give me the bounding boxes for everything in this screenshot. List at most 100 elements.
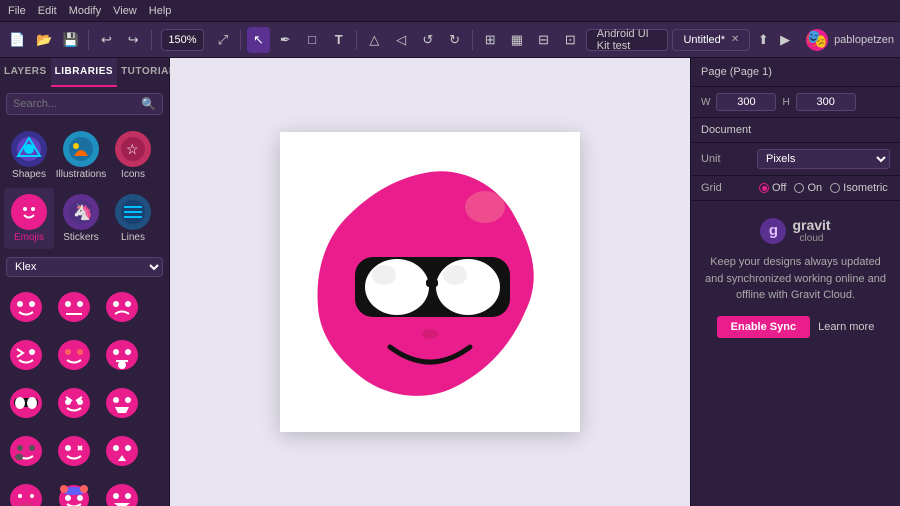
shapes-icon (11, 131, 47, 167)
height-input[interactable] (796, 93, 856, 111)
menu-modify[interactable]: Modify (69, 5, 101, 17)
unit-row: Unit Pixels Inches Centimeters (691, 143, 900, 176)
grid-isometric-option[interactable]: Isometric (830, 182, 888, 194)
illustrations-label: Illustrations (56, 169, 107, 180)
emoji-item-12[interactable] (98, 427, 146, 475)
user-area: 🎭 pablopetzen (806, 29, 894, 51)
menu-file[interactable]: File (8, 5, 26, 17)
stickers-label: Stickers (63, 232, 99, 243)
shape-tool[interactable]: □ (301, 27, 324, 53)
avatar: 🎭 (806, 29, 828, 51)
category-stickers[interactable]: 🦄 Stickers (56, 188, 106, 249)
separator-2 (151, 30, 152, 50)
emoji-item-14[interactable] (50, 475, 98, 506)
emoji-item-6[interactable] (98, 331, 146, 379)
distribute-tool[interactable]: ⊟ (532, 27, 555, 53)
emoji-item-7[interactable] (2, 379, 50, 427)
gravit-logo: g gravit cloud (760, 217, 830, 244)
svg-text:☆: ☆ (126, 141, 139, 157)
emoji-pack-dropdown[interactable]: Klex Twitter Google (6, 257, 163, 277)
grid-radio-group: Off On Isometric (759, 182, 888, 194)
left-panel: LAYERS LIBRARIES TUTORIALS 🔍 Shapes (0, 58, 170, 506)
grid-on-option[interactable]: On (794, 182, 822, 194)
grid-isometric-radio[interactable] (830, 183, 840, 193)
zoom-display[interactable]: 150% (161, 29, 203, 51)
category-lines[interactable]: Lines (108, 188, 158, 249)
emoji-item-2[interactable] (50, 283, 98, 331)
toolbar: 📄 📂 💾 ↩ ↪ 150% ⤢ ↖ ✒ □ T △ ◁ ↺ ↻ ⊞ ▦ ⊟ ⊡… (0, 22, 900, 58)
category-illustrations[interactable]: Illustrations (56, 125, 106, 186)
main-layout: LAYERS LIBRARIES TUTORIALS 🔍 Shapes (0, 58, 900, 506)
gravit-name-block: gravit cloud (792, 217, 830, 244)
emoji-item-15[interactable] (98, 475, 146, 506)
menu-edit[interactable]: Edit (38, 5, 57, 17)
emoji-item-5[interactable] (50, 331, 98, 379)
pen-tool[interactable]: ✒ (274, 27, 297, 53)
group-tool[interactable]: ▦ (506, 27, 529, 53)
tab-android-kit[interactable]: Android UI Kit test (586, 29, 669, 51)
tab-android-kit-label: Android UI Kit test (597, 28, 658, 52)
align-tool[interactable]: ⊞ (479, 27, 502, 53)
gravit-sub: cloud (792, 233, 830, 244)
emoji-item-13[interactable] (2, 475, 50, 506)
new-button[interactable]: 📄 (6, 27, 29, 53)
undo-button[interactable]: ↩ (95, 27, 118, 53)
main-emoji (300, 152, 560, 412)
shapes-label: Shapes (12, 169, 46, 180)
export-button[interactable]: ⬆ (754, 27, 772, 53)
category-emojis[interactable]: Emojis (4, 188, 54, 249)
select-tool[interactable]: ↖ (247, 27, 270, 53)
open-button[interactable]: 📂 (33, 27, 56, 53)
redo-button[interactable]: ↪ (122, 27, 145, 53)
menu-help[interactable]: Help (149, 5, 172, 17)
height-label: H (782, 97, 789, 108)
stickers-icon: 🦄 (63, 194, 99, 230)
unit-select[interactable]: Pixels Inches Centimeters (757, 149, 890, 169)
lines-icon (115, 194, 151, 230)
grid-on-label: On (807, 182, 822, 194)
tab-untitled[interactable]: Untitled* ✕ (672, 29, 750, 51)
gravit-cloud-section: g gravit cloud Keep your designs always … (691, 201, 900, 354)
search-input[interactable] (13, 98, 141, 110)
tab-libraries[interactable]: LIBRARIES (51, 58, 117, 87)
grid-off-option[interactable]: Off (759, 182, 786, 194)
grid-off-radio[interactable] (759, 183, 769, 193)
svg-text:🦄: 🦄 (73, 202, 93, 221)
emoji-item-9[interactable] (98, 379, 146, 427)
menu-view[interactable]: View (113, 5, 137, 17)
fit-button[interactable]: ⤢ (212, 27, 235, 53)
enable-sync-button[interactable]: Enable Sync (717, 316, 810, 338)
category-shapes[interactable]: Shapes (4, 125, 54, 186)
mask-tool[interactable]: ⊡ (559, 27, 582, 53)
present-button[interactable]: ▶ (776, 27, 794, 53)
emoji-item-11[interactable] (50, 427, 98, 475)
panel-tabs: LAYERS LIBRARIES TUTORIALS (0, 58, 169, 87)
text-tool[interactable]: T (327, 27, 350, 53)
width-label: W (701, 97, 710, 108)
lines-label: Lines (121, 232, 145, 243)
search-bar: 🔍 (6, 93, 163, 115)
tab-layers[interactable]: LAYERS (0, 58, 51, 87)
rotate-cw[interactable]: ↻ (443, 27, 466, 53)
learn-more-button[interactable]: Learn more (818, 321, 874, 333)
transform-tool[interactable]: △ (363, 27, 386, 53)
save-button[interactable]: 💾 (59, 27, 82, 53)
emoji-item-10[interactable] (2, 427, 50, 475)
document-section-label: Document (691, 118, 900, 143)
emoji-item-8[interactable] (50, 379, 98, 427)
zoom-value: 150% (168, 34, 196, 46)
grid-isometric-label: Isometric (843, 182, 888, 194)
gravit-name: gravit (792, 217, 830, 233)
emoji-item-1[interactable] (2, 283, 50, 331)
cloud-buttons: Enable Sync Learn more (717, 316, 875, 338)
grid-on-radio[interactable] (794, 183, 804, 193)
flip-h-tool[interactable]: ◁ (390, 27, 413, 53)
separator-4 (356, 30, 357, 50)
width-input[interactable] (716, 93, 776, 111)
tab-close-icon[interactable]: ✕ (731, 34, 739, 45)
emoji-item-4[interactable] (2, 331, 50, 379)
unit-label: Unit (701, 153, 751, 165)
rotate-ccw[interactable]: ↺ (416, 27, 439, 53)
category-icons[interactable]: ☆ Icons (108, 125, 158, 186)
emoji-item-3[interactable] (98, 283, 146, 331)
